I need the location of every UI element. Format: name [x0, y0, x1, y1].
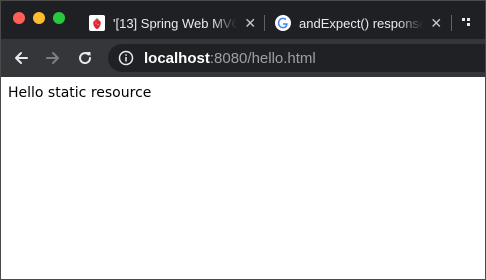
strawberry-icon — [89, 15, 105, 31]
close-tab-icon[interactable]: ✕ — [429, 15, 443, 32]
google-g-icon — [275, 15, 291, 31]
close-tab-icon[interactable]: ✕ — [243, 15, 257, 32]
arrow-right-icon[interactable] — [44, 49, 62, 67]
tab-spring-web-mvc[interactable]: '[13] Spring Web MVC ✕ — [89, 9, 257, 37]
tab-andexpect-response[interactable]: andExpect() response ✕ — [275, 9, 443, 37]
browser-toolbar: localhost:8080/hello.html — [1, 39, 485, 77]
url-path: :8080/hello.html — [209, 49, 316, 67]
browser-window: '[13] Spring Web MVC ✕ andExpect() respo… — [0, 0, 486, 280]
reload-icon[interactable] — [76, 49, 94, 67]
tab-title: andExpect() response — [299, 15, 424, 31]
url-host: localhost — [144, 49, 210, 67]
close-window-button[interactable] — [13, 12, 25, 24]
page-text: Hello static resource — [8, 85, 152, 101]
url-text: localhost:8080/hello.html — [144, 50, 316, 67]
tab-bar: '[13] Spring Web MVC ✕ andExpect() respo… — [1, 1, 485, 39]
info-icon[interactable] — [118, 50, 134, 66]
page-content: Hello static resource — [1, 77, 485, 279]
zoom-window-button[interactable] — [53, 12, 65, 24]
tab-separator — [264, 15, 265, 31]
tab-overflow-icon[interactable] — [461, 15, 475, 32]
arrow-left-icon[interactable] — [12, 49, 30, 67]
address-bar[interactable]: localhost:8080/hello.html — [108, 44, 485, 72]
tab-title: '[13] Spring Web MVC — [113, 15, 238, 31]
minimize-window-button[interactable] — [33, 12, 45, 24]
tab-separator — [451, 15, 452, 31]
